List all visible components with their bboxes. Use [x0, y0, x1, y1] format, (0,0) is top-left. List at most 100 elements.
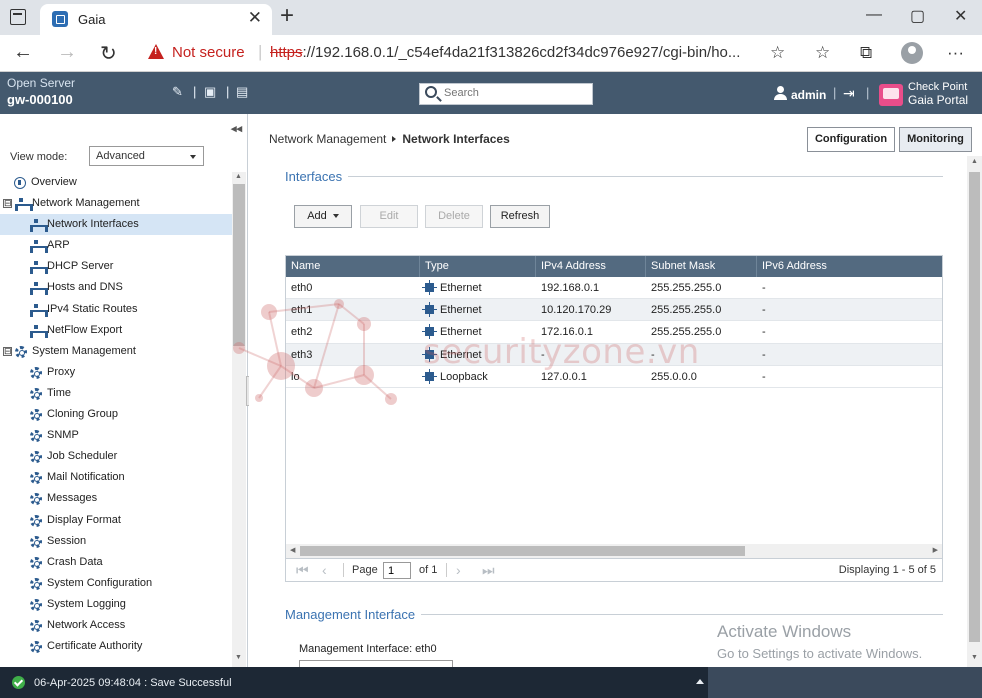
sidebar-item-system-configuration[interactable]: System Configuration — [0, 573, 232, 594]
scroll-up-icon[interactable]: ▲ — [235, 173, 242, 180]
collapse-tree-icon[interactable]: ⊟ — [3, 346, 12, 356]
sidebar-item-certificate-authority[interactable]: Certificate Authority — [0, 636, 232, 657]
sidebar-item-time[interactable]: Time — [0, 383, 232, 404]
view-mode-label: View mode: — [10, 151, 68, 163]
collapse-sidebar-icon[interactable]: ◂◂ — [231, 122, 242, 135]
next-page-icon[interactable]: › — [456, 562, 461, 578]
sidebar-item-label: ARP — [47, 239, 70, 252]
sidebar-item-job-scheduler[interactable]: Job Scheduler — [0, 446, 232, 467]
main-scroll-thumb[interactable] — [969, 172, 980, 642]
scroll-right-icon[interactable]: ▶ — [933, 546, 938, 554]
network-icon — [15, 198, 33, 212]
sidebar-item-label: Job Scheduler — [47, 450, 118, 463]
grid-horizontal-scrollbar[interactable]: ◀ ▶ — [286, 544, 942, 558]
search-box[interactable] — [419, 83, 593, 105]
configuration-button[interactable]: Configuration — [807, 127, 895, 152]
column-header-mask[interactable]: Subnet Mask — [646, 256, 757, 277]
scroll-up-icon[interactable]: ▲ — [971, 158, 978, 165]
gear-icon — [30, 409, 42, 422]
search-input[interactable] — [444, 87, 584, 99]
sidebar-item-network-interfaces[interactable]: Network Interfaces — [0, 214, 232, 236]
add-button[interactable]: Add — [294, 205, 352, 228]
edit-button[interactable]: Edit — [360, 205, 418, 228]
reload-icon[interactable]: ↻ — [100, 41, 117, 66]
sidebar-item-cloning-group[interactable]: Cloning Group — [0, 404, 232, 425]
sidebar-item-label: Network Interfaces — [47, 218, 139, 231]
first-page-icon[interactable]: ⏮ — [296, 562, 309, 579]
restore-button[interactable]: ▢ — [910, 6, 925, 26]
sidebar-item-session[interactable]: Session — [0, 531, 232, 552]
view-mode-select[interactable]: Advanced — [89, 146, 204, 166]
sidebar-item-display-format[interactable]: Display Format — [0, 510, 232, 531]
sidebar-item-messages[interactable]: Messages — [0, 488, 232, 509]
collapse-tree-icon[interactable]: ⊟ — [3, 199, 12, 209]
sidebar-item-network-management[interactable]: ⊟ Network Management — [0, 193, 232, 214]
sidebar-item-mail-notification[interactable]: Mail Notification — [0, 467, 232, 488]
column-header-name[interactable]: Name — [286, 256, 420, 277]
cell-ipv6: - — [762, 370, 766, 383]
add-favorite-icon[interactable]: ☆ — [770, 43, 785, 63]
sidebar-item-arp[interactable]: ARP — [0, 235, 232, 256]
username[interactable]: admin — [791, 88, 826, 102]
column-header-ipv6[interactable]: IPv6 Address — [757, 256, 942, 277]
main-scrollbar[interactable]: ▲ ▼ — [967, 156, 982, 667]
tab-close-icon[interactable]: ✕ — [248, 8, 262, 28]
forward-arrow-icon[interactable]: → — [57, 41, 77, 64]
tab-actions-icon[interactable] — [10, 9, 26, 25]
favorites-icon[interactable]: ☆ — [815, 43, 830, 63]
status-bar: 06-Apr-2025 09:48:04 : Save Successful — [0, 667, 982, 698]
scroll-down-icon[interactable]: ▼ — [971, 654, 978, 661]
column-header-type[interactable]: Type — [420, 256, 536, 277]
sidebar-item-dhcp-server[interactable]: DHCP Server — [0, 256, 232, 277]
back-arrow-icon[interactable]: ← — [13, 41, 33, 64]
search-icon[interactable] — [425, 86, 437, 98]
sidebar-item-netflow-export[interactable]: NetFlow Export — [0, 320, 232, 341]
more-options-icon[interactable]: ··· — [947, 43, 964, 63]
sidebar-item-hosts-and-dns[interactable]: Hosts and DNS — [0, 277, 232, 298]
document-icon[interactable]: ▤ — [236, 84, 248, 100]
user-icon — [773, 86, 787, 100]
minimize-button[interactable]: — — [866, 6, 882, 24]
sidebar-item-snmp[interactable]: SNMP — [0, 425, 232, 446]
sidebar-item-network-access[interactable]: Network Access — [0, 615, 232, 636]
security-status[interactable]: Not secure — [172, 44, 245, 61]
monitoring-button[interactable]: Monitoring — [899, 127, 972, 152]
status-message-area[interactable]: 06-Apr-2025 09:48:04 : Save Successful — [0, 667, 708, 698]
last-page-icon[interactable]: ⏭ — [482, 562, 495, 579]
collections-icon[interactable]: ⧉ — [860, 43, 872, 63]
chevron-up-icon[interactable] — [696, 679, 704, 684]
pencil-icon[interactable]: ✎ — [172, 84, 183, 100]
sidebar-item-label: Messages — [47, 492, 98, 505]
gear-icon — [30, 493, 42, 506]
breadcrumb-current: Network Interfaces — [402, 132, 510, 146]
scroll-left-icon[interactable]: ◀ — [290, 546, 295, 554]
cell-mask: 255.255.255.0 — [651, 282, 722, 294]
logout-icon[interactable]: ⇥ — [843, 85, 855, 102]
url-scheme: https — [270, 44, 303, 61]
grid-scroll-thumb[interactable] — [300, 546, 745, 556]
sidebar-item-ipv4-static-routes[interactable]: IPv4 Static Routes — [0, 299, 232, 320]
sidebar-item-system-management[interactable]: ⊟ System Management — [0, 341, 232, 362]
previous-page-icon[interactable]: ‹ — [322, 562, 327, 578]
breadcrumb-parent[interactable]: Network Management — [269, 132, 386, 146]
browser-tab[interactable]: Gaia ✕ — [40, 4, 272, 35]
sidebar-item-system-logging[interactable]: System Logging — [0, 594, 232, 615]
scroll-down-icon[interactable]: ▼ — [235, 654, 242, 661]
new-tab-button[interactable]: + — [280, 2, 294, 30]
url-field[interactable]: https://192.168.0.1/_c54ef4da21f313826cd… — [270, 44, 740, 61]
view-mode-value: Advanced — [96, 150, 145, 162]
refresh-button[interactable]: Refresh — [490, 205, 550, 228]
close-window-button[interactable]: ✕ — [954, 6, 967, 26]
gear-icon — [30, 472, 42, 485]
delete-button[interactable]: Delete — [425, 205, 483, 228]
activate-windows-title: Activate Windows — [717, 622, 852, 641]
profile-avatar-icon[interactable] — [901, 42, 923, 64]
page-number-input[interactable] — [383, 562, 411, 579]
sidebar-item-overview[interactable]: Overview — [0, 172, 232, 193]
terminal-icon[interactable]: ▣ — [204, 84, 216, 100]
sidebar-item-crash-data[interactable]: Crash Data — [0, 552, 232, 573]
sidebar-item-proxy[interactable]: Proxy — [0, 362, 232, 383]
warning-icon[interactable] — [148, 44, 164, 59]
watermark-text: securityzone.vn — [423, 332, 700, 372]
column-header-ipv4[interactable]: IPv4 Address — [536, 256, 646, 277]
